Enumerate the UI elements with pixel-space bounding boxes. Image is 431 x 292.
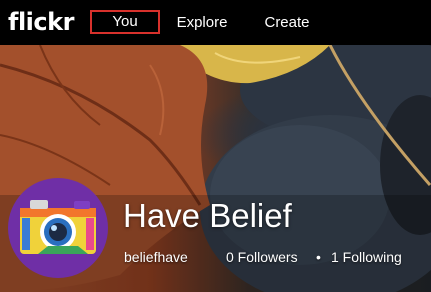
following-link[interactable]: 1 Following [331, 248, 402, 266]
profile-display-name: Have Belief [123, 197, 292, 234]
nav-you[interactable]: You [90, 10, 160, 34]
camera-illustration-icon [20, 200, 96, 254]
profile-username: beliefhave [124, 249, 188, 265]
meta-separator: • [316, 249, 321, 265]
nav-create[interactable]: Create [258, 11, 316, 35]
nav-explore[interactable]: Explore [170, 11, 234, 35]
followers-link[interactable]: 0 Followers [226, 248, 298, 266]
top-navigation-bar: flickr You Explore Create [0, 0, 431, 45]
flickr-logo[interactable]: flickr [8, 7, 74, 37]
profile-avatar[interactable] [8, 178, 108, 278]
